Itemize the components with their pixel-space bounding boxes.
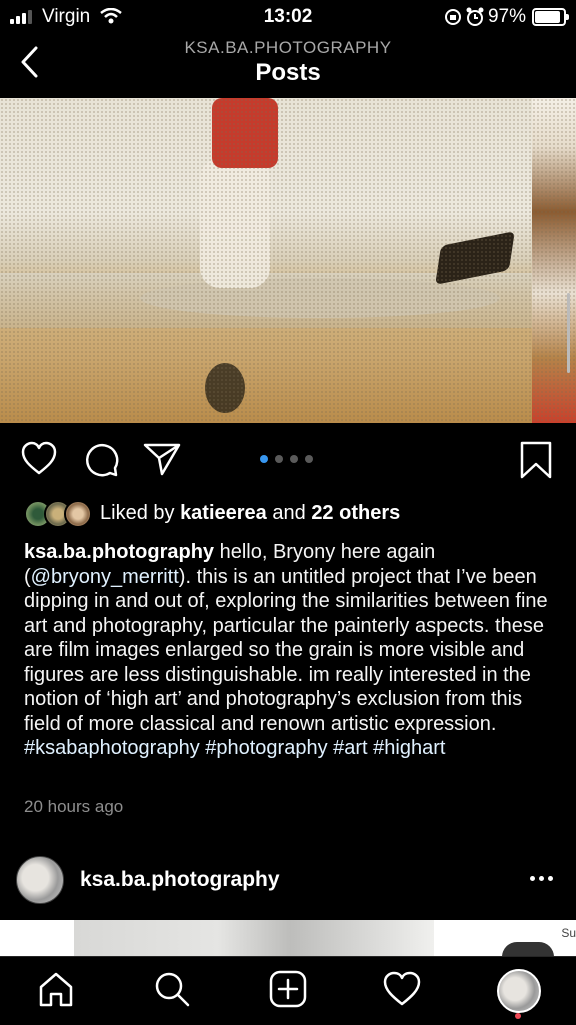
- likes-row[interactable]: Liked by katieerea and 22 others: [24, 498, 564, 528]
- carousel-dot: [305, 455, 313, 463]
- ellipsis-icon: [548, 876, 553, 881]
- likes-prefix: Liked by: [100, 502, 175, 524]
- share-button[interactable]: [142, 440, 182, 483]
- ellipsis-icon: [539, 876, 544, 881]
- caption-mention[interactable]: @bryony_merritt: [31, 566, 179, 588]
- caption-username[interactable]: ksa.ba.photography: [24, 541, 214, 563]
- rotation-lock-icon: [445, 9, 461, 25]
- likes-joiner: and: [272, 502, 306, 524]
- search-icon: [155, 972, 190, 1007]
- carousel-dot: [260, 455, 268, 463]
- tab-bar: [0, 956, 576, 1025]
- comment-icon: [85, 443, 119, 477]
- more-options-button[interactable]: [530, 868, 554, 888]
- next-post-image-content: [74, 920, 434, 956]
- carousel-dot: [290, 455, 298, 463]
- likes-text: Liked by katieerea and 22 others: [100, 502, 400, 525]
- liker-username[interactable]: katieerea: [180, 502, 267, 524]
- battery-percent: 97%: [487, 6, 526, 27]
- alarm-icon: [466, 7, 484, 26]
- bookmark-icon: [520, 441, 552, 479]
- carousel-dot: [275, 455, 283, 463]
- battery-icon: [532, 8, 569, 26]
- post-timestamp: 20 hours ago: [24, 797, 124, 816]
- home-icon: [39, 972, 73, 1007]
- paper-plane-icon: [143, 443, 181, 476]
- post-actions: [0, 430, 576, 490]
- battery-fill: [535, 11, 560, 23]
- save-button[interactable]: [518, 440, 554, 485]
- status-bar: Virgin 13:02 97%: [0, 0, 576, 32]
- tab-search[interactable]: [152, 969, 192, 1009]
- nav-header: KSA.BA.PHOTOGRAPHY Posts: [0, 32, 576, 99]
- carousel-dots: [260, 455, 320, 465]
- comment-button[interactable]: [82, 440, 120, 483]
- avatar[interactable]: [16, 856, 64, 904]
- heart-icon: [21, 441, 57, 475]
- avatar: [64, 500, 92, 528]
- next-post-header: ksa.ba.photography: [0, 848, 576, 912]
- page-title: Posts: [255, 59, 321, 86]
- post-caption: ksa.ba.photography hello, Bryony here ag…: [24, 540, 556, 761]
- plus-square-icon: [269, 970, 307, 1008]
- floating-bubble: [502, 942, 554, 956]
- post-username[interactable]: ksa.ba.photography: [80, 868, 280, 892]
- notification-dot: [515, 1013, 521, 1019]
- caption-hashtags[interactable]: #ksabaphotography #photography #art #hig…: [24, 737, 445, 759]
- tab-create[interactable]: [268, 969, 308, 1009]
- tab-profile[interactable]: [497, 969, 541, 1013]
- caption-text: ). this is an untitled project that I’ve…: [24, 565, 548, 735]
- ellipsis-icon: [530, 876, 535, 881]
- scroll-indicator: [567, 293, 570, 373]
- post-image[interactable]: [0, 98, 576, 423]
- tab-activity[interactable]: [382, 969, 422, 1009]
- like-button[interactable]: [20, 440, 58, 481]
- film-grain-overlay: [0, 98, 576, 423]
- likes-others-count[interactable]: 22 others: [311, 502, 400, 524]
- next-post-preview-text: Su: [561, 926, 576, 940]
- tab-home[interactable]: [36, 969, 76, 1009]
- next-post-image[interactable]: Su: [0, 920, 576, 956]
- account-name: KSA.BA.PHOTOGRAPHY: [184, 38, 392, 57]
- heart-outline-icon: [383, 971, 421, 1006]
- liker-avatars: [24, 498, 94, 528]
